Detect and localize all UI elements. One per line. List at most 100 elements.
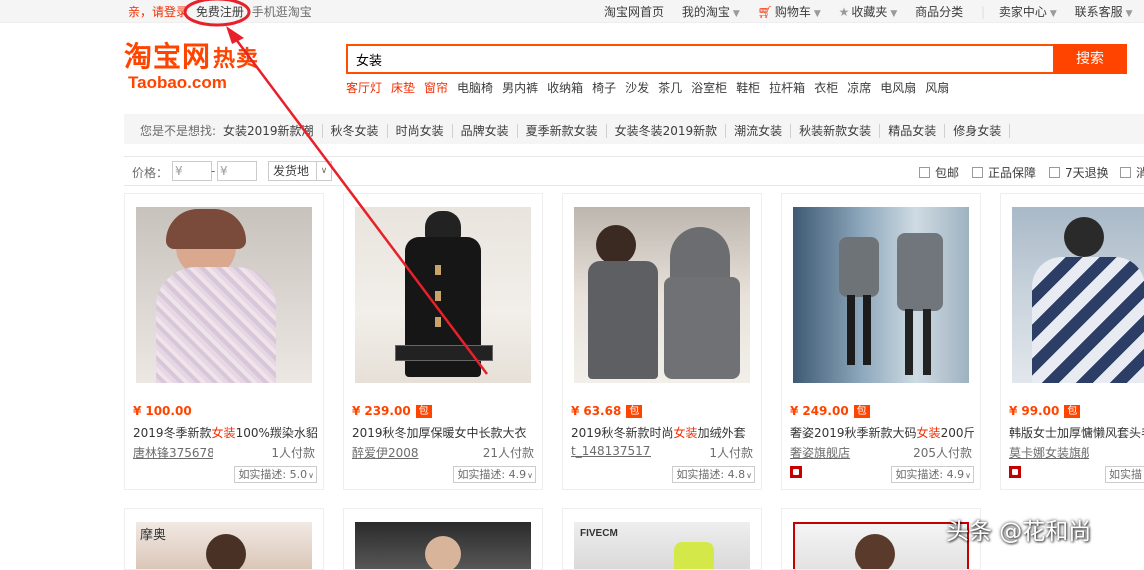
shop-link[interactable]: 醉爱伊2008 (352, 444, 432, 461)
product-image[interactable]: 摩奥 (136, 522, 312, 569)
shop-link[interactable]: t_14813751752 (571, 444, 651, 458)
price-max-input[interactable]: ¥ (217, 161, 257, 181)
related-search-item[interactable]: 潮流女装 (734, 124, 792, 138)
rating-dropdown[interactable]: 如实描 (1105, 466, 1144, 483)
hotword-link[interactable]: 鞋柜 (736, 81, 760, 95)
photo-jacket (839, 237, 879, 297)
hotword-link[interactable]: 收纳箱 (547, 81, 583, 95)
product-image[interactable] (355, 522, 531, 569)
hotword-link[interactable]: 客厅灯 (346, 81, 382, 95)
ship-from-select[interactable]: 发货地 ∨ (268, 161, 332, 181)
free-shipping-badge: 包 (1064, 405, 1081, 418)
hotword-link[interactable]: 衣柜 (814, 81, 838, 95)
hotword-link[interactable]: 电风扇 (880, 81, 916, 95)
hotword-link[interactable]: 凉席 (847, 81, 871, 95)
checkbox-icon (972, 167, 983, 178)
more-filter-checkbox[interactable]: 消 (1120, 164, 1144, 181)
product-image[interactable] (355, 207, 531, 383)
rating-dropdown[interactable]: 如实描述: 5.0∨ (234, 466, 317, 483)
title-text: 2019秋冬新款时尚 (571, 426, 674, 440)
product-card[interactable]: ¥239.00 包 2019秋冬加厚保暖女中长款大衣 醉爱伊2008 21人付款 … (343, 193, 543, 490)
categories-link[interactable]: 商品分类 (915, 5, 963, 19)
hotword-link[interactable]: 风扇 (925, 81, 949, 95)
logo-cn: 淘宝网 (124, 40, 212, 73)
product-card[interactable]: ¥99.00 包 韩版女士加厚慵懒风套头毛 莫卡娜女装旗舰 如实描 (1000, 193, 1144, 490)
title-keyword: 女装 (916, 426, 941, 440)
hotword-link[interactable]: 拉杆箱 (769, 81, 805, 95)
free-shipping-checkbox[interactable]: 包邮 (919, 164, 959, 181)
product-image[interactable] (136, 207, 312, 383)
product-card[interactable]: ¥63.68 包 2019秋冬新款时尚女装加绒外套 t_14813751752 1… (562, 193, 762, 490)
cart-link[interactable]: 🛒︎ 购物车 ▼ (758, 5, 821, 19)
related-search-list: 女装2019新款潮 秋冬女装 时尚女装 品牌女装 夏季新款女装 女装冬装2019新款 潮流女… (223, 122, 1018, 139)
checkbox-icon (919, 167, 930, 178)
product-title[interactable]: 2019秋冬新款时尚女装加绒外套 (571, 424, 755, 441)
favorites-link[interactable]: ★ 收藏夹 ▼ (839, 5, 898, 19)
product-card[interactable]: ¥249.00 包 奢姿2019秋季新款大码女装200斤 奢姿旗舰店 205人付款… (781, 193, 981, 490)
title-text: 加绒外套 (697, 426, 746, 440)
related-search-item[interactable]: 秋冬女装 (330, 124, 388, 138)
product-image[interactable] (574, 207, 750, 383)
product-title[interactable]: 韩版女士加厚慵懒风套头毛 (1009, 424, 1144, 441)
product-image[interactable]: FIVECM (574, 522, 750, 569)
product-image[interactable] (793, 207, 969, 383)
related-search-item[interactable]: 品牌女装 (460, 124, 518, 138)
photo-hair (166, 209, 246, 249)
brand-label: FIVECM (580, 528, 618, 539)
product-title[interactable]: 2019冬季新款女装100%羰染水貂 (133, 424, 317, 441)
product-image[interactable] (1012, 207, 1144, 383)
divider: | (980, 5, 986, 19)
search-button[interactable]: 搜索 (1053, 44, 1127, 74)
search-input[interactable] (348, 46, 1054, 72)
photo-hair (855, 534, 895, 569)
product-title[interactable]: 2019秋冬加厚保暖女中长款大衣 (352, 424, 536, 441)
product-image[interactable] (793, 522, 969, 569)
related-search-item[interactable]: 秋装新款女装 (799, 124, 881, 138)
related-search-item[interactable]: 时尚女装 (395, 124, 453, 138)
hotword-link[interactable]: 沙发 (625, 81, 649, 95)
related-search-item[interactable]: 女装冬装2019新款 (614, 124, 727, 138)
cart-icon: 🛒︎ (757, 5, 773, 19)
login-link[interactable]: 亲，请登录 (128, 5, 188, 19)
genuine-checkbox[interactable]: 正品保障 (972, 164, 1036, 181)
taobao-logo[interactable]: 淘宝网热卖 Taobao.com (124, 40, 304, 100)
buyer-count: 1人付款 (271, 446, 315, 460)
rating-dropdown[interactable]: 如实描述: 4.9∨ (453, 466, 536, 483)
favorites-label: 收藏夹 (851, 5, 888, 19)
rating-dropdown[interactable]: 如实描述: 4.9∨ (891, 466, 974, 483)
hotword-link[interactable]: 床垫 (391, 81, 415, 95)
related-search-item[interactable]: 女装2019新款潮 (223, 124, 323, 138)
register-link[interactable]: 免费注册 (196, 5, 244, 19)
shop-link[interactable]: 唐林锋3756787 (133, 444, 213, 461)
hotword-link[interactable]: 电脑椅 (457, 81, 493, 95)
my-taobao-link[interactable]: 我的淘宝 ▼ (682, 5, 740, 19)
price-value: 99.00 (1021, 404, 1060, 418)
shop-link[interactable]: 莫卡娜女装旗舰 (1009, 444, 1089, 461)
related-search-item[interactable]: 夏季新款女装 (525, 124, 607, 138)
product-card[interactable]: 摩奥 (124, 508, 324, 570)
photo-banner (395, 345, 493, 361)
product-card[interactable]: ¥100.00 2019冬季新款女装100%羰染水貂 唐林锋3756787 1人… (124, 193, 324, 490)
checkbox-label: 7天退换 (1065, 166, 1109, 180)
hotword-link[interactable]: 窗帘 (424, 81, 448, 95)
hotword-link[interactable]: 茶几 (658, 81, 682, 95)
mobile-taobao-link[interactable]: 手机逛淘宝 (252, 5, 312, 19)
taobao-home-link[interactable]: 淘宝网首页 (604, 5, 664, 19)
hotword-link[interactable]: 男内裤 (502, 81, 538, 95)
title-text: 200斤 (940, 426, 974, 440)
shop-link[interactable]: 奢姿旗舰店 (790, 444, 870, 461)
hotword-link[interactable]: 浴室柜 (691, 81, 727, 95)
price-min-input[interactable]: ¥ (172, 161, 212, 181)
related-search-item[interactable]: 修身女装 (953, 124, 1011, 138)
hotword-link[interactable]: 椅子 (592, 81, 616, 95)
seller-center-link[interactable]: 卖家中心 ▼ (999, 5, 1057, 19)
rating-dropdown[interactable]: 如实描述: 4.8∨ (672, 466, 755, 483)
price-dash: - (211, 164, 216, 178)
seven-day-return-checkbox[interactable]: 7天退换 (1049, 164, 1109, 181)
yen-symbol: ¥ (133, 404, 142, 418)
product-title[interactable]: 奢姿2019秋季新款大码女装200斤 (790, 424, 974, 441)
product-card[interactable] (343, 508, 543, 570)
related-search-item[interactable]: 精品女装 (888, 124, 946, 138)
product-card[interactable]: FIVECM (562, 508, 762, 570)
support-link[interactable]: 联系客服 ▼ (1075, 5, 1133, 19)
